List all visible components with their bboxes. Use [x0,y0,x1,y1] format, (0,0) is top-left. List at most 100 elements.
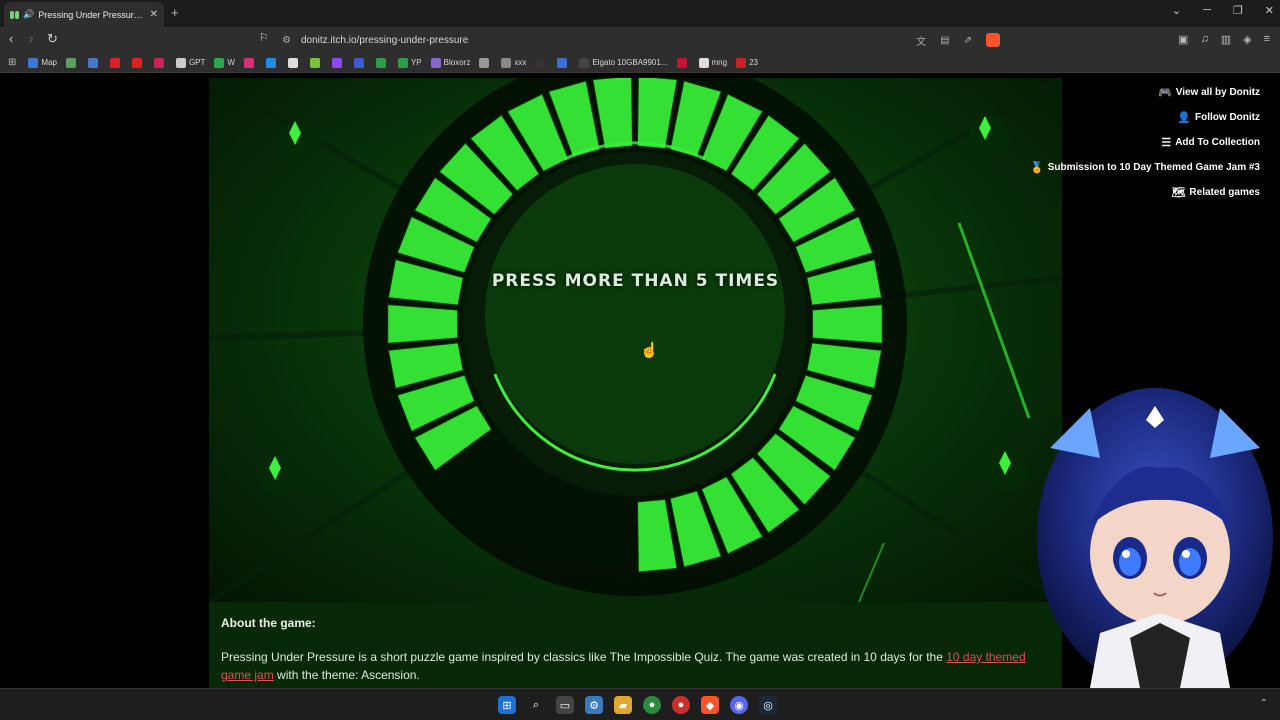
bookmark-item[interactable]: W [214,57,235,68]
bookmark-item[interactable]: GPT [175,57,206,68]
bookmarks-bar: ⊞ Map GPT W YP Bloxorz xxx Elgato 10GBA9901...… [0,53,1280,73]
menu-icon[interactable]: ≡ [1264,33,1270,46]
bookmark-item[interactable] [353,57,367,68]
bookmark-item[interactable] [375,57,389,68]
side-link[interactable]: 🗺 Related games [1171,184,1260,201]
bookmark-item[interactable] [479,57,492,68]
bookmark-item[interactable]: mng [698,57,728,68]
back-icon[interactable]: ‹ [9,31,13,46]
tab-title: Pressing Under Pressure by Donitz [38,9,145,20]
address-text[interactable]: donitz.itch.io/pressing-under-pressure [301,35,468,46]
side-link[interactable]: ☰ Add To Collection [1161,134,1260,151]
share-icon[interactable]: ⇗ [964,35,972,46]
bookmark-item[interactable] [676,57,690,68]
bookmark-item[interactable] [265,57,279,68]
close-window-icon[interactable]: ✕ [1265,4,1274,17]
bookmark-item[interactable] [153,57,167,68]
wall-bolt [989,451,1029,491]
bookmark-item[interactable]: 23 [736,57,758,68]
bookmark-label: xxx [514,58,527,67]
bookmark-item[interactable]: YP [397,57,422,68]
chrome-alt-icon[interactable]: ● [672,696,690,714]
description-text-end: with the theme: Ascension. [273,668,420,682]
bookmark-favicon-icon [131,57,142,68]
chrome-icon[interactable]: ● [643,696,661,714]
bookmark-item[interactable] [131,57,145,68]
bookmark-label: Bloxorz [443,58,471,67]
brave-icon[interactable]: ◆ [701,696,719,714]
gamepad-icon: 🎮 [1158,87,1172,99]
reload-icon[interactable]: ↻ [47,31,58,47]
tab-search-icon[interactable]: ⌄ [1172,4,1181,17]
bookmark-favicon-icon [375,57,386,68]
description-text-start: Pressing Under Pressure is a short puzzl… [221,650,947,664]
bookmark-item[interactable] [243,57,257,68]
bookmark-item[interactable]: Map [28,57,57,68]
bookmark-label: Elgato 10GBA9901... [592,58,668,67]
bookmark-favicon-icon [698,57,709,68]
start-icon[interactable]: ⊞ [498,696,516,714]
address-bar[interactable]: ⚙ donitz.itch.io/pressing-under-pressure… [256,29,1000,51]
search-icon[interactable]: ⌕ [527,696,545,714]
bookmark-favicon-icon [28,57,39,68]
game-canvas[interactable]: PRESS MORE THAN 5 TIMES [209,78,1062,602]
bookmark-favicon-icon [535,57,546,68]
game-scene[interactable] [209,78,1062,602]
site-info-icon[interactable]: ⚙ [282,35,291,46]
wall-bolt [259,456,299,496]
bookmark-favicon-icon [736,57,747,68]
bookmark-item[interactable] [65,57,79,68]
apps-icon[interactable]: ⊞ [8,57,16,68]
sidebar-icon[interactable]: ▥ [1221,33,1231,46]
side-link[interactable]: 🏅 Submission to 10 Day Themed Game Jam #3 [1030,159,1260,176]
steam-icon[interactable]: ◎ [759,696,777,714]
bookmark-label: mng [711,58,728,67]
settings-icon[interactable]: ⚙ [585,696,603,714]
game-side-links: 🎮 View all by Donitz 👤 Follow Donitz ☰ Add To… [1030,84,1260,201]
browser-tab[interactable]: 🔊 Pressing Under Pressure by Donitz ✕ [4,2,164,27]
maximize-icon[interactable]: ❐ [1233,4,1243,17]
bookmark-favicon-icon [243,57,254,68]
bookmark-item[interactable]: xxx [501,57,527,68]
vpn-icon[interactable]: ◈ [1243,33,1251,46]
vtuber-avatar [1037,388,1273,688]
bookmark-item[interactable]: Bloxorz [430,57,471,68]
tab-strip: 🔊 Pressing Under Pressure by Donitz ✕ + … [0,0,1280,27]
bookmark-favicon-icon [331,57,342,68]
bookmark-favicon-icon [501,57,512,68]
discord-icon[interactable]: ◉ [730,696,748,714]
wallet-icon[interactable]: ▣ [1178,33,1188,46]
bookmark-item[interactable] [87,57,101,68]
side-link-label: Add To Collection [1175,137,1260,148]
new-tab-icon[interactable]: + [171,5,179,20]
close-tab-icon[interactable]: ✕ [150,9,158,20]
bookmark-item[interactable] [309,57,323,68]
wall-bolt [969,116,1009,156]
user-plus-icon: 👤 [1177,112,1191,124]
wall-bolt [279,121,319,161]
bookmark-label: GPT [188,58,206,67]
task-view-icon[interactable]: ▭ [556,696,574,714]
hand-cursor-icon: ☝ [640,342,659,359]
side-link[interactable]: 👤 Follow Donitz [1177,109,1260,126]
speaker-icon[interactable]: 🔊 [23,9,34,20]
reader-icon[interactable]: ▤ [940,35,949,46]
bookmark-item[interactable] [557,57,570,68]
translate-icon[interactable]: 文 [916,33,926,48]
bookmark-favicon-icon [109,57,120,68]
side-link[interactable]: 🎮 View all by Donitz [1158,84,1260,101]
award-icon: 🏅 [1029,162,1044,174]
forward-icon[interactable]: › [29,31,33,46]
bookmark-item[interactable] [287,57,301,68]
bookmark-item[interactable] [109,57,123,68]
bookmark-item[interactable] [331,57,345,68]
minimize-icon[interactable]: ─ [1203,4,1211,17]
media-icon[interactable]: ♫ [1200,33,1208,46]
map-icon: 🗺 [1171,187,1186,199]
bookmark-item[interactable]: Elgato 10GBA9901... [579,57,668,68]
file-explorer-icon[interactable]: ▰ [614,696,632,714]
bookmark-favicon-icon [557,57,568,68]
bookmark-item[interactable] [535,57,548,68]
brave-shield-icon[interactable] [986,33,1000,47]
tray-icon[interactable]: ⌃ [1260,698,1268,709]
